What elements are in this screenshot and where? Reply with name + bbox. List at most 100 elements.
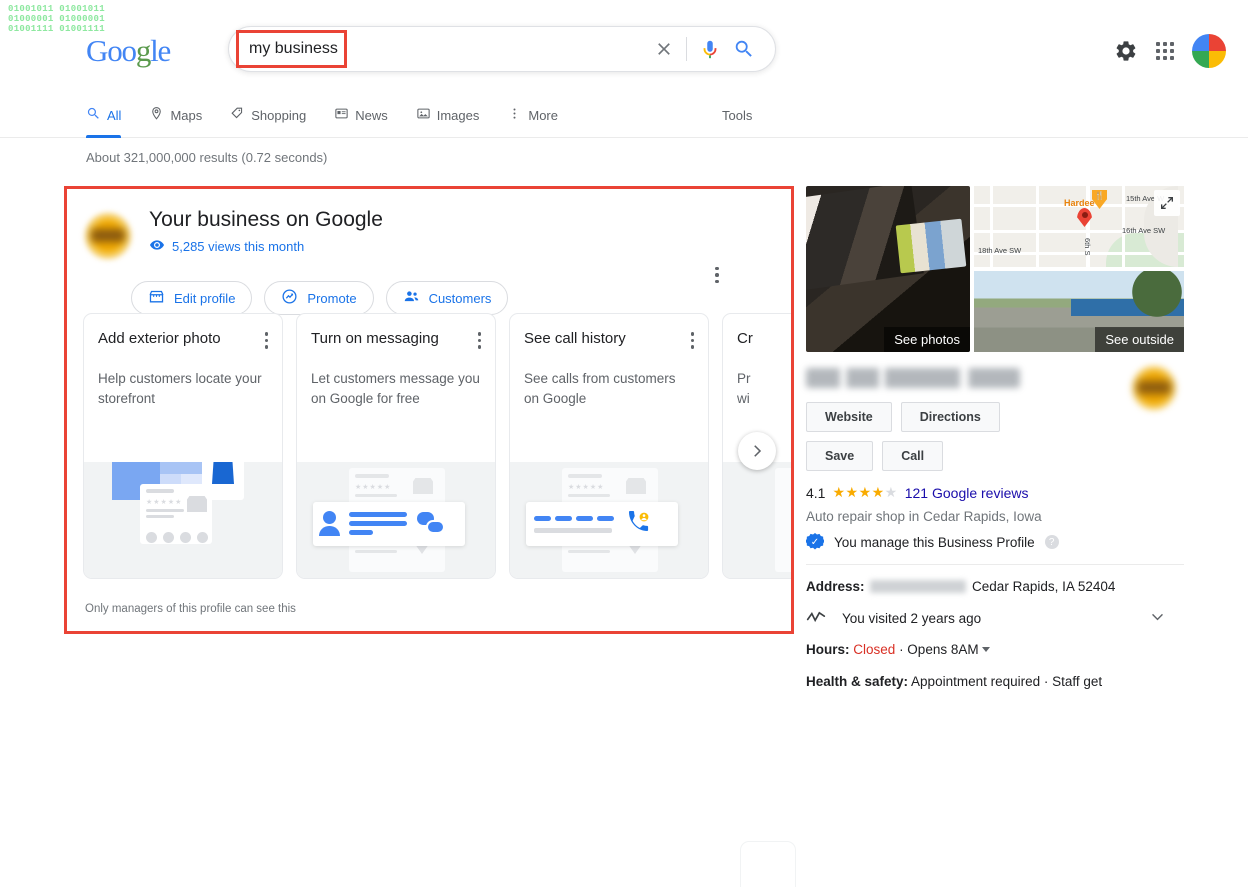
tab-label: All [107, 108, 121, 123]
see-photos-label: See photos [884, 327, 970, 352]
business-avatar-blurred [1132, 366, 1176, 410]
kp-action-buttons: Website Directions Save Call [806, 402, 1066, 471]
rating-stars: ★★★★★ [832, 484, 897, 501]
tab-news[interactable]: News [320, 92, 402, 138]
trending-up-icon [281, 288, 298, 308]
verified-badge-icon: ✓ [806, 533, 824, 551]
directions-button[interactable]: Directions [901, 402, 1000, 432]
kp-divider [806, 564, 1184, 565]
address-row: Address: Cedar Rapids, IA 52404 [806, 577, 1184, 597]
nav-tabs: All Maps Shopping News Images [86, 92, 572, 138]
partial-art [723, 462, 791, 578]
task-card[interactable]: Add exterior photo Help customers locate… [83, 313, 283, 579]
card-description: Pr wi [737, 369, 791, 409]
chip-label: Promote [307, 291, 356, 306]
task-card[interactable]: See call history See calls from customer… [509, 313, 709, 579]
carousel-next-button[interactable] [738, 432, 776, 470]
task-card[interactable]: Turn on messaging Let customers message … [296, 313, 496, 579]
people-icon [403, 288, 420, 308]
card-overflow-menu[interactable] [691, 329, 695, 349]
gear-icon[interactable] [1114, 39, 1138, 63]
tab-more[interactable]: More [493, 92, 572, 138]
views-label: 5,285 views this month [172, 239, 304, 254]
business-category: Auto repair shop in Cedar Rapids, Iowa [806, 509, 1184, 524]
tab-shopping[interactable]: Shopping [216, 92, 320, 138]
news-icon [334, 106, 349, 124]
tab-images[interactable]: Images [402, 92, 494, 138]
map-thumbnail[interactable]: Hardee's 🍴 15th Ave W 16th Ave SW 18th A… [974, 186, 1184, 267]
map-label-6th: 6th S [1083, 238, 1092, 256]
tab-label: Maps [170, 108, 202, 123]
manage-profile-row: ✓ You manage this Business Profile ? [806, 533, 1184, 551]
chip-label: Edit profile [174, 291, 235, 306]
storefront-icon [148, 288, 165, 308]
card-description: See calls from customers on Google [524, 369, 694, 409]
chip-label: Customers [429, 291, 492, 306]
card-description: Help customers locate your storefront [98, 369, 268, 409]
card-title: Turn on messaging [311, 329, 439, 349]
help-circle-icon[interactable]: ? [1045, 535, 1059, 549]
chevron-down-icon[interactable] [1149, 608, 1184, 628]
website-button[interactable]: Website [806, 402, 892, 432]
address-redacted [870, 580, 966, 593]
tab-all[interactable]: All [86, 92, 135, 138]
hours-status: Closed [853, 642, 895, 657]
page-header: Google [0, 0, 1248, 92]
business-panel-overflow-menu[interactable] [705, 263, 729, 287]
search-input[interactable] [239, 40, 344, 58]
business-name-redacted [806, 368, 1020, 388]
more-vertical-icon [507, 106, 522, 124]
google-logo[interactable]: Google [86, 33, 170, 69]
hours-dropdown-icon[interactable] [982, 647, 990, 652]
see-photos-thumbnail[interactable]: See photos [806, 186, 970, 352]
image-icon [416, 106, 431, 124]
see-outside-thumbnail[interactable]: See outside [974, 271, 1184, 352]
health-value: Appointment required · Staff get [911, 674, 1102, 689]
task-cards-carousel: Add exterior photo Help customers locate… [83, 313, 791, 579]
rating-value: 4.1 [806, 485, 825, 501]
map-label-18th: 18th Ave SW [978, 246, 1021, 255]
messaging-art: ★★★★★ [297, 462, 495, 578]
save-button[interactable]: Save [806, 441, 873, 471]
hours-row: Hours: Closed · Opens 8AM [806, 640, 1184, 660]
kp-media-row: See photos Hardee's 🍴 15th Ave W [806, 186, 1184, 352]
promote-button[interactable]: Promote [264, 281, 373, 315]
activity-graph-icon [806, 610, 826, 627]
tab-label: Images [437, 108, 480, 123]
call-button[interactable]: Call [882, 441, 943, 471]
microphone-icon[interactable] [699, 38, 721, 60]
price-tag-icon [230, 106, 245, 124]
map-pin-icon [149, 106, 164, 124]
address-label: Address: [806, 579, 865, 594]
kp-media-right: Hardee's 🍴 15th Ave W 16th Ave SW 18th A… [974, 186, 1184, 352]
manage-label: You manage this Business Profile [834, 535, 1035, 550]
address-value: Cedar Rapids, IA 52404 [972, 579, 1115, 594]
rating-row: 4.1 ★★★★★ 121 Google reviews [806, 484, 1184, 501]
card-overflow-menu[interactable] [478, 329, 482, 349]
tab-label: More [528, 108, 558, 123]
search-input-highlight[interactable] [236, 30, 347, 68]
card-title: Add exterior photo [98, 329, 221, 349]
edit-profile-button[interactable]: Edit profile [131, 281, 252, 315]
card-overflow-menu[interactable] [265, 329, 269, 349]
user-avatar[interactable] [1192, 34, 1226, 68]
tab-label: Shopping [251, 108, 306, 123]
apps-grid-icon[interactable] [1156, 42, 1174, 60]
business-action-chips: Edit profile Promote Customers [131, 281, 791, 315]
hours-label: Hours: [806, 642, 850, 657]
reviews-link[interactable]: 121 Google reviews [905, 485, 1029, 501]
map-label-16th: 16th Ave SW [1122, 226, 1165, 235]
views-stat[interactable]: 5,285 views this month [149, 237, 383, 256]
clear-search-icon[interactable] [654, 39, 674, 59]
next-result-card-edge [740, 841, 796, 887]
customers-button[interactable]: Customers [386, 281, 509, 315]
card-title: Cr [737, 329, 753, 349]
search-submit-icon[interactable] [733, 38, 755, 60]
managers-note: Only managers of this profile can see th… [85, 603, 296, 615]
call-history-art: ★★★★★ [510, 462, 708, 578]
business-panel-highlight: Your business on Google 5,285 views this… [64, 186, 794, 634]
tools-button[interactable]: Tools [722, 92, 752, 138]
expand-icon[interactable] [1154, 190, 1180, 216]
tab-maps[interactable]: Maps [135, 92, 216, 138]
search-divider [686, 37, 687, 61]
